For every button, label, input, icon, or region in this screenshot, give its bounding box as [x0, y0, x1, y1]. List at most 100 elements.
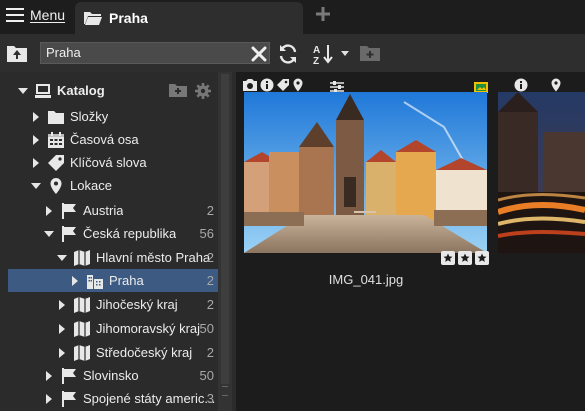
tree-item-count: 2 [206, 203, 214, 218]
camera-icon [243, 79, 257, 91]
star-icon[interactable] [475, 251, 489, 265]
tree-item-slovenia[interactable]: Slovinsko 50 [0, 364, 218, 387]
hamburger-icon [6, 8, 24, 22]
tab-praha[interactable]: Praha [75, 2, 303, 34]
map-icon [73, 249, 91, 267]
tree-item-count: 50 [199, 321, 214, 336]
clear-search-button[interactable] [250, 45, 268, 63]
chevron-right-icon[interactable] [70, 275, 80, 286]
tree-item-usa[interactable]: Spojené státy americ... 3 [0, 387, 218, 410]
thumbnail-info-icons [242, 78, 304, 92]
thumbnail-card[interactable]: IMG_041.jpg [236, 72, 496, 411]
info-icon[interactable] [260, 78, 274, 92]
thumbnail-card[interactable] [498, 72, 585, 411]
tree-item-south-moravian[interactable]: Jihomoravský kraj 50 [0, 317, 218, 340]
sort-button[interactable]: A Z [312, 43, 338, 67]
chevron-right-icon[interactable] [44, 393, 54, 404]
new-tab-button[interactable] [314, 6, 332, 24]
tree-item-folders[interactable]: Složky [0, 105, 218, 128]
menu-label: Menu [30, 7, 66, 23]
location-pin-icon [47, 177, 65, 195]
tree-item-label: Časová osa [70, 132, 139, 147]
refresh-icon [279, 44, 297, 64]
chevron-right-icon[interactable] [57, 299, 67, 310]
catalog-label: Katalog [57, 83, 105, 98]
chevron-down-icon[interactable] [44, 229, 54, 239]
star-icon[interactable] [441, 251, 455, 265]
tree-item-count: 2 [206, 250, 214, 265]
catalog-icon [34, 82, 52, 100]
chevron-right-icon[interactable] [31, 111, 41, 122]
map-icon [73, 296, 91, 314]
tree-item-central-bohemian[interactable]: Středočeský kraj 2 [0, 341, 218, 364]
toolbar: Praha A Z [0, 34, 585, 72]
folder-up-icon [7, 46, 27, 62]
tree-item-keywords[interactable]: Klíčová slova [0, 151, 218, 174]
plus-icon [316, 7, 330, 21]
chevron-right-icon[interactable] [44, 370, 54, 381]
tree-item-label: Klíčová slova [70, 155, 147, 170]
chevron-right-icon[interactable] [57, 347, 67, 358]
location-pin-icon[interactable] [550, 78, 562, 92]
catalog-panel: Katalog Složky Časová osa Klíčová slova … [0, 72, 236, 411]
info-icon[interactable] [514, 78, 528, 92]
tree-item-south-bohemian[interactable]: Jihočeský kraj 2 [0, 293, 218, 316]
up-folder-button[interactable] [6, 43, 28, 63]
tree-item-label: Jihomoravský kraj [96, 321, 201, 336]
gear-icon[interactable] [194, 82, 212, 100]
chevron-down-icon[interactable] [57, 253, 67, 263]
svg-text:Z: Z [313, 56, 319, 65]
tree-item-locations[interactable]: Lokace [0, 174, 218, 197]
thumbnail-info-icons [514, 78, 528, 92]
folder-add-icon[interactable] [168, 82, 188, 98]
map-icon [73, 320, 91, 338]
chevron-right-icon[interactable] [44, 205, 54, 216]
tree-item-czech-republic[interactable]: Česká republika 56 [0, 222, 218, 245]
tree-item-praha[interactable]: Praha 2 [8, 269, 218, 292]
star-icon[interactable] [458, 251, 472, 265]
folder-icon [47, 108, 65, 126]
add-folder-button[interactable] [359, 44, 381, 62]
tree-item-austria[interactable]: Austria 2 [0, 199, 218, 222]
tag-icon[interactable] [276, 78, 290, 92]
menu-button[interactable]: Menu [6, 4, 65, 26]
tree-item-label: Jihočeský kraj [96, 297, 178, 312]
sort-dropdown-caret[interactable] [341, 51, 349, 56]
location-pin-icon[interactable] [292, 78, 304, 92]
flag-icon [60, 390, 78, 408]
thumbnail-photo-night-street[interactable] [498, 92, 585, 253]
sort-az-icon: A Z [313, 45, 333, 67]
scrollbar-grip[interactable] [222, 386, 228, 396]
tree-item-timeline[interactable]: Časová osa [0, 128, 218, 151]
chevron-right-icon[interactable] [31, 134, 41, 145]
thumbnail-grid: IMG_041.jpg [236, 72, 585, 411]
tree-item-count: 56 [199, 226, 214, 241]
tree-item-count: 2 [206, 273, 214, 288]
catalog-tools [168, 82, 212, 100]
chevron-right-icon[interactable] [57, 323, 67, 334]
photo-image [498, 92, 585, 253]
tree-item-prague-region[interactable]: Hlavní město Praha 2 [0, 246, 218, 269]
search-value: Praha [46, 45, 81, 60]
tree-item-label: Austria [83, 203, 124, 218]
tab-label: Praha [109, 10, 148, 26]
search-input[interactable]: Praha [40, 42, 270, 64]
tree-item-label: Spojené státy americ... [83, 391, 216, 406]
tree-item-label: Středočeský kraj [96, 345, 193, 360]
tree-item-label: Hlavní město Praha [96, 250, 211, 265]
calendar-icon [47, 131, 65, 149]
scrollbar-thumb[interactable] [221, 74, 229, 384]
rating-stars[interactable] [441, 251, 489, 265]
thumbnail-photo-prague-bridge[interactable] [244, 92, 487, 253]
chevron-down-icon[interactable] [18, 86, 28, 96]
chevron-down-icon[interactable] [31, 181, 41, 191]
title-bar: Menu Praha [0, 0, 585, 34]
flag-icon [60, 367, 78, 385]
chevron-right-icon[interactable] [31, 157, 41, 168]
tree-item-label: Praha [109, 273, 144, 288]
tree-item-label: Česká republika [83, 226, 177, 241]
refresh-button[interactable] [277, 43, 299, 65]
tree-item-count: 50 [199, 368, 214, 383]
tree-item-label: Složky [70, 109, 109, 124]
tree-scrollbar[interactable] [218, 72, 232, 411]
